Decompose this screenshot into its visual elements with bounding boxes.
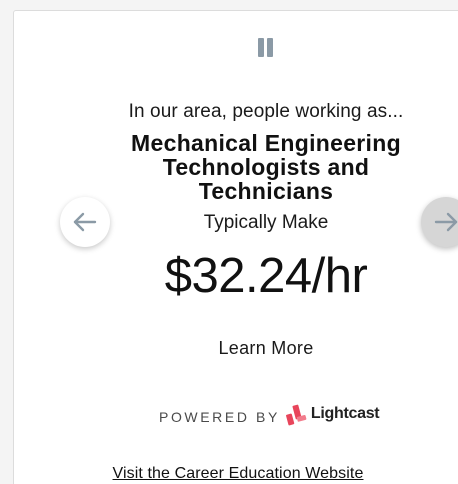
occupation-line-1: Mechanical Engineering xyxy=(131,130,401,156)
lightcast-brand-name: Lightcast xyxy=(310,405,380,422)
previous-button[interactable] xyxy=(60,197,110,247)
powered-by[interactable]: POWERED BY Lightcast xyxy=(159,401,380,427)
intro-text: In our area, people working as... xyxy=(128,101,404,122)
occupation-line-3: Technicians xyxy=(198,178,334,204)
occupation-line-2: Technologists and xyxy=(162,154,370,180)
pause-icon xyxy=(258,38,264,57)
visit-career-education-link[interactable]: Visit the Career Education Website xyxy=(0,465,458,483)
lightcast-logo-icon xyxy=(285,404,307,426)
arrow-right-icon xyxy=(434,212,458,232)
occupation-title: Mechanical Engineering Technologists and… xyxy=(115,131,417,203)
learn-more-link[interactable]: Learn More xyxy=(0,338,458,359)
page: In our area, people working as... Mechan… xyxy=(0,0,458,484)
pause-button[interactable] xyxy=(257,38,275,58)
arrow-left-icon xyxy=(73,212,97,232)
pause-icon-bar xyxy=(267,38,273,57)
wage-value: $32.24/hr xyxy=(164,249,368,303)
powered-by-label: POWERED BY xyxy=(159,409,280,425)
